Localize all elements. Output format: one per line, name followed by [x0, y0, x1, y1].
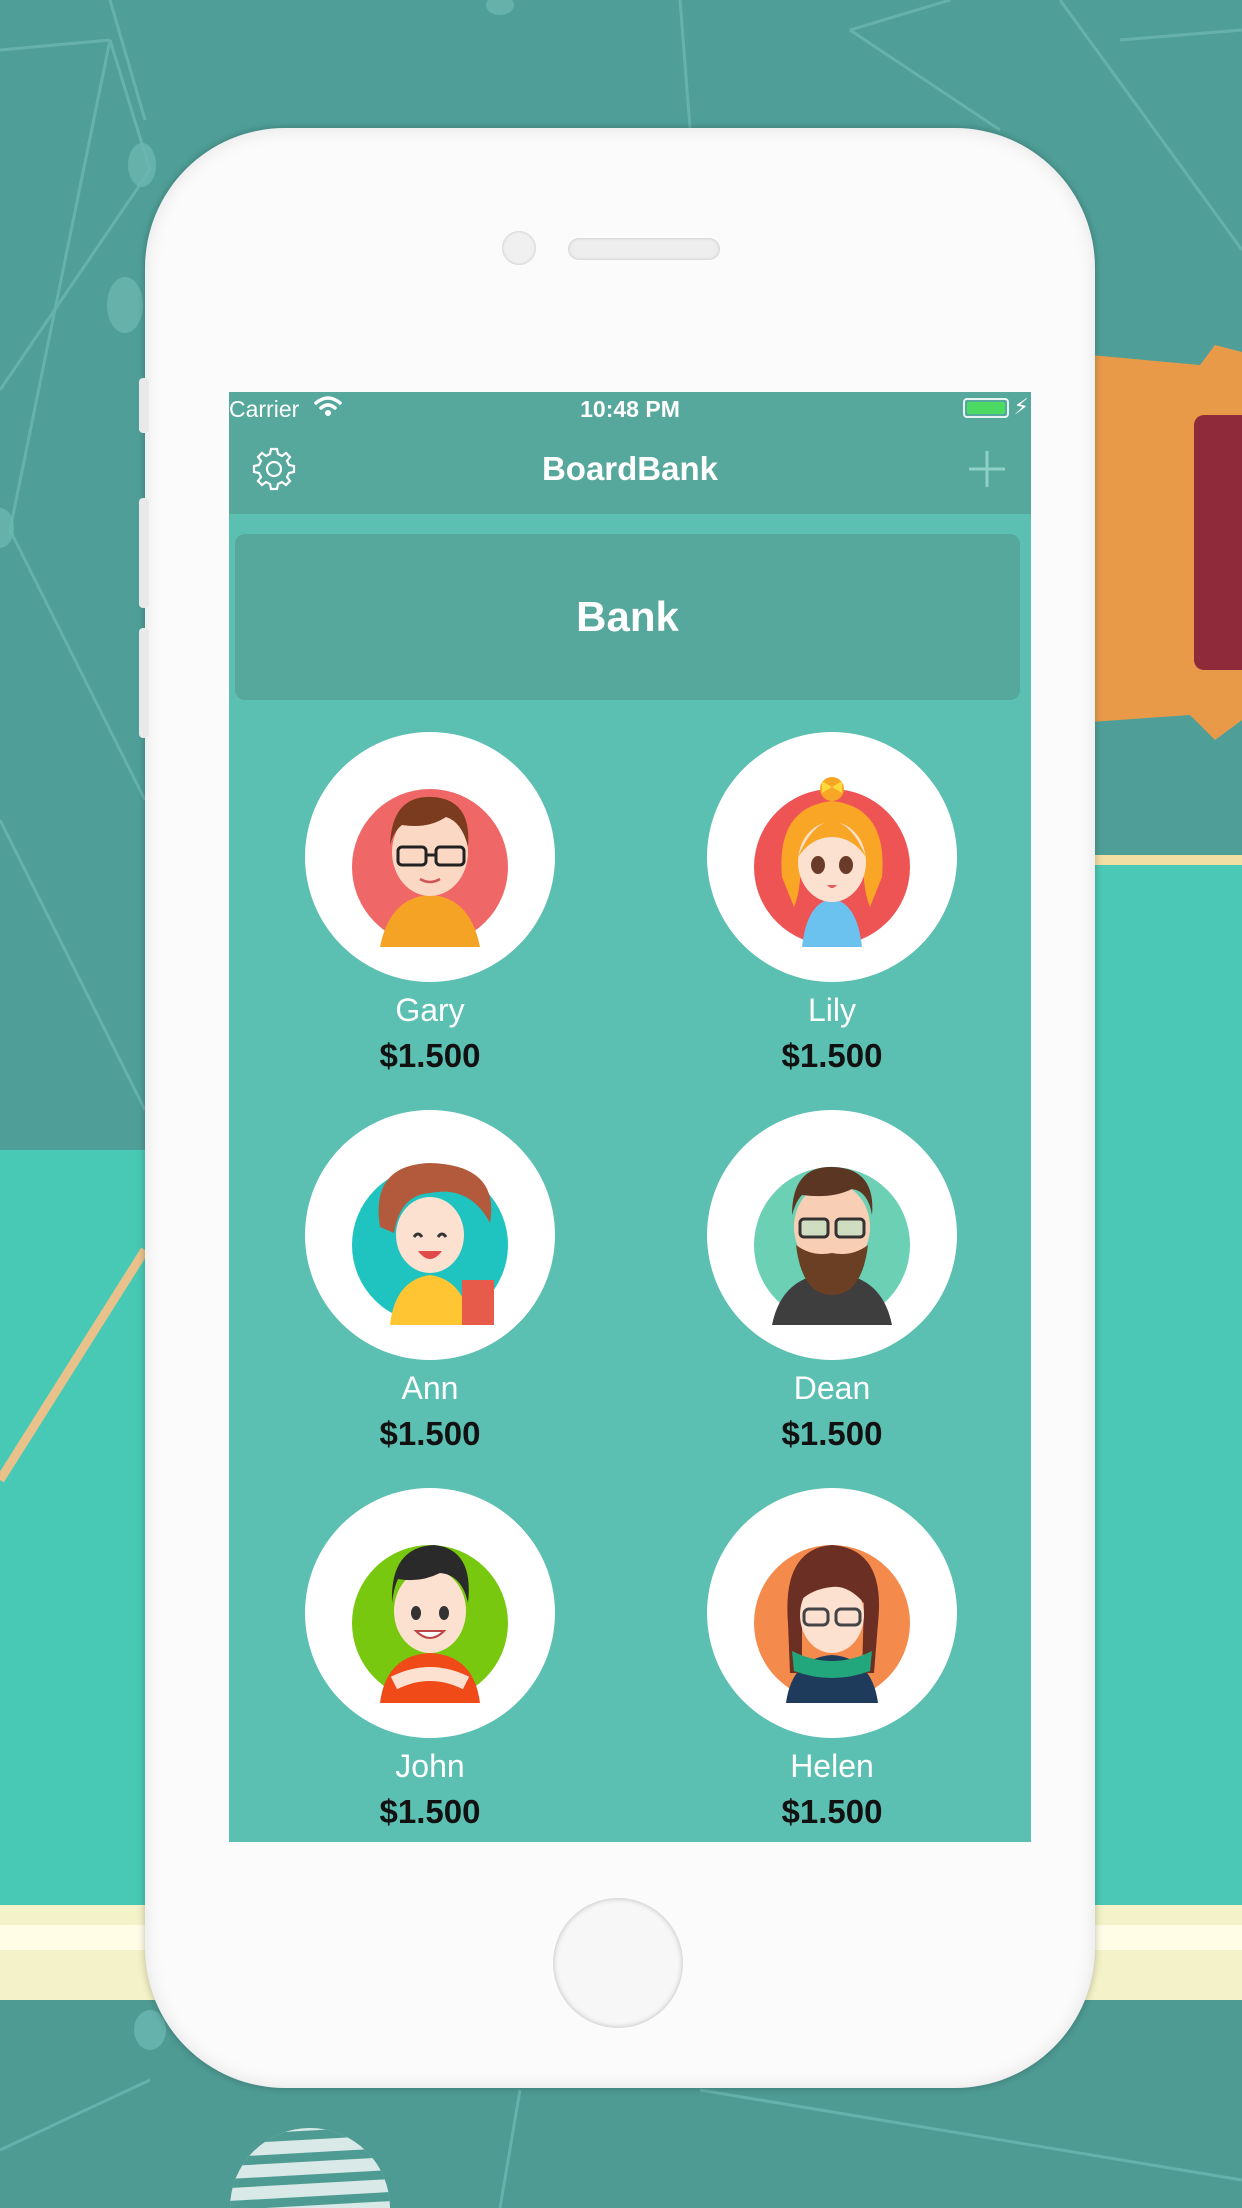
player-card[interactable]: Helen $1.500	[682, 1488, 982, 1838]
home-button[interactable]	[553, 1898, 683, 2028]
avatar	[305, 732, 555, 982]
volume-up-button	[139, 498, 149, 608]
volume-down-button	[139, 628, 149, 738]
player-card[interactable]: Ann $1.500	[280, 1110, 580, 1460]
app-title: BoardBank	[541, 450, 719, 487]
earpiece-speaker	[568, 238, 720, 260]
player-balance: $1.500	[379, 1415, 481, 1452]
player-card[interactable]: Gary $1.500	[280, 732, 580, 1082]
player-name: Dean	[793, 1370, 871, 1406]
avatar	[707, 1110, 957, 1360]
player-name: Ann	[401, 1370, 459, 1406]
status-bar: Carrier 10:48 PM ⚡	[229, 392, 1031, 424]
player-name: John	[395, 1748, 465, 1784]
avatar	[305, 1488, 555, 1738]
status-time: 10:48 PM	[580, 396, 680, 422]
player-balance: $1.500	[781, 1793, 883, 1830]
bank-button[interactable]: Bank	[235, 534, 1020, 700]
front-camera	[502, 231, 536, 265]
bank-label: Bank	[576, 593, 679, 640]
avatar	[707, 1488, 957, 1738]
navigation-bar: BoardBank	[229, 424, 1031, 514]
player-balance: $1.500	[379, 1037, 481, 1074]
player-card[interactable]: Lily $1.500	[682, 732, 982, 1082]
player-balance: $1.500	[379, 1793, 481, 1830]
player-balance: $1.500	[781, 1415, 883, 1452]
avatar	[305, 1110, 555, 1360]
player-card[interactable]: Dean $1.500	[682, 1110, 982, 1460]
charging-icon: ⚡	[1013, 394, 1029, 419]
player-name: Gary	[395, 992, 465, 1028]
player-balance: $1.500	[781, 1037, 883, 1074]
battery-icon	[963, 398, 1009, 418]
app-screen: Carrier 10:48 PM ⚡ BoardBank Bank Gary $…	[229, 392, 1031, 1842]
player-name: Lily	[807, 992, 856, 1028]
avatar	[707, 732, 957, 982]
mute-switch	[139, 378, 149, 433]
player-name: Helen	[790, 1748, 874, 1784]
player-card[interactable]: John $1.500	[280, 1488, 580, 1838]
plus-icon[interactable]	[965, 447, 1009, 491]
